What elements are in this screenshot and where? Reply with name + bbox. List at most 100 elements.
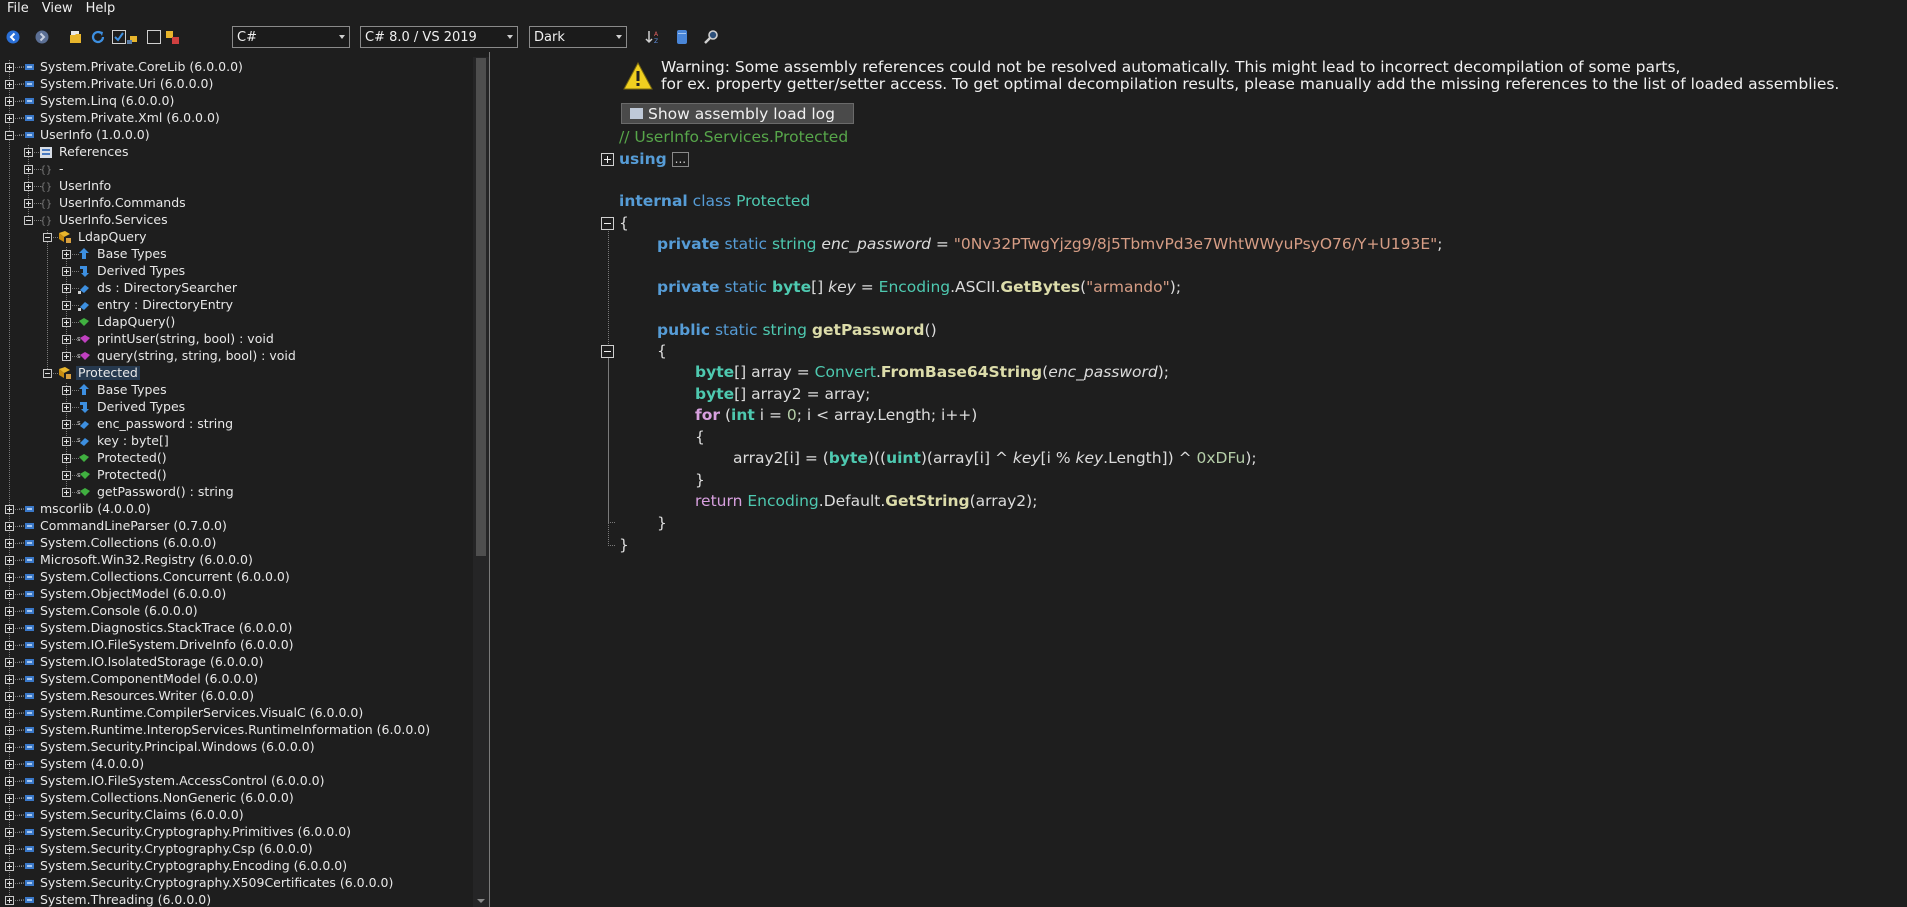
expand-plus-icon[interactable] (5, 760, 14, 769)
expand-plus-icon[interactable] (5, 539, 14, 548)
expand-plus-icon[interactable] (5, 658, 14, 667)
expand-plus-icon[interactable] (5, 879, 14, 888)
manage-lists-button[interactable] (671, 26, 693, 48)
sort-button[interactable]: AZ (642, 26, 664, 48)
expand-plus-icon[interactable] (5, 862, 14, 871)
expand-plus-icon[interactable] (5, 590, 14, 599)
open-file-button[interactable] (66, 26, 88, 48)
pane-splitter[interactable] (489, 52, 490, 907)
expand-plus-icon[interactable] (62, 335, 71, 344)
tree-node[interactable]: System.Runtime.InteropServices.RuntimeIn… (19, 723, 432, 737)
expand-plus-icon[interactable] (5, 828, 14, 837)
expand-plus-icon[interactable] (62, 454, 71, 463)
expand-plus-icon[interactable] (62, 403, 71, 412)
expand-plus-icon[interactable] (62, 471, 71, 480)
expand-plus-icon[interactable] (5, 845, 14, 854)
tree-node[interactable]: System.Console (6.0.0.0) (19, 604, 200, 618)
tree-node[interactable]: Protected (57, 366, 140, 380)
tree-node[interactable]: s Protected() (76, 468, 169, 482)
expand-plus-icon[interactable] (24, 165, 33, 174)
tree-node[interactable]: CommandLineParser (0.7.0.0) (19, 519, 229, 533)
tree-node[interactable]: LdapQuery() (76, 315, 177, 329)
tree-node[interactable]: entry : DirectoryEntry (76, 298, 235, 312)
reload-button[interactable] (87, 26, 109, 48)
expand-plus-icon[interactable] (5, 709, 14, 718)
assembly-tree[interactable]: System.Private.CoreLib (6.0.0.0) System.P… (0, 57, 473, 907)
expand-plus-icon[interactable] (62, 420, 71, 429)
expand-plus-icon[interactable] (5, 624, 14, 633)
tree-node[interactable]: System.ComponentModel (6.0.0.0) (19, 672, 260, 686)
expand-plus-icon[interactable] (5, 675, 14, 684)
expand-plus-icon[interactable] (62, 318, 71, 327)
show-internal-toggle[interactable] (123, 26, 145, 48)
expand-plus-icon[interactable] (5, 726, 14, 735)
fold-expand-using-icon[interactable] (601, 153, 614, 166)
expand-plus-icon[interactable] (62, 284, 71, 293)
language-version-select[interactable]: C# 8.0 / VS 2019 (360, 26, 518, 48)
tree-node[interactable]: System.Security.Principal.Windows (6.0.0… (19, 740, 317, 754)
expand-plus-icon[interactable] (5, 777, 14, 786)
tree-node[interactable]: System.Private.CoreLib (6.0.0.0) (19, 60, 245, 74)
tree-node[interactable]: System (4.0.0.0) (19, 757, 146, 771)
tree-node[interactable]: s printUser(string, bool) : void (76, 332, 276, 346)
tree-node[interactable]: LdapQuery (57, 230, 148, 244)
tree-node[interactable]: System.Threading (6.0.0.0) (19, 893, 213, 907)
expand-plus-icon[interactable] (24, 182, 33, 191)
tree-node[interactable]: s getPassword() : string (76, 485, 236, 499)
expand-plus-icon[interactable] (62, 488, 71, 497)
back-button[interactable] (2, 26, 24, 48)
tree-node[interactable]: System.ObjectModel (6.0.0.0) (19, 587, 228, 601)
show-compiler-generated-toggle[interactable] (161, 26, 183, 48)
search-button[interactable] (700, 26, 722, 48)
collapse-minus-icon[interactable] (5, 131, 14, 140)
tree-node[interactable]: Base Types (76, 383, 169, 397)
expand-plus-icon[interactable] (5, 641, 14, 650)
fold-collapse-class-icon[interactable] (601, 217, 614, 230)
show-assembly-load-log-button[interactable]: Show assembly load log (621, 103, 854, 124)
expand-plus-icon[interactable] (5, 811, 14, 820)
collapse-minus-icon[interactable] (24, 216, 33, 225)
expand-plus-icon[interactable] (5, 63, 14, 72)
expand-plus-icon[interactable] (5, 607, 14, 616)
tree-node[interactable]: System.Private.Uri (6.0.0.0) (19, 77, 215, 91)
forward-button[interactable] (31, 26, 53, 48)
tree-node[interactable]: s enc_password : string (76, 417, 235, 431)
expand-plus-icon[interactable] (62, 386, 71, 395)
expand-plus-icon[interactable] (62, 250, 71, 259)
language-select[interactable]: C# (232, 26, 350, 48)
expand-plus-icon[interactable] (5, 573, 14, 582)
tree-node[interactable]: s key : byte[] (76, 434, 171, 448)
expand-plus-icon[interactable] (62, 352, 71, 361)
collapse-minus-icon[interactable] (43, 233, 52, 242)
menu-view[interactable]: View (35, 1, 79, 16)
fold-collapse-method-icon[interactable] (601, 345, 614, 358)
expand-plus-icon[interactable] (5, 97, 14, 106)
tree-node[interactable]: System.IO.FileSystem.AccessControl (6.0.… (19, 774, 327, 788)
tree-node[interactable]: UserInfo (1.0.0.0) (19, 128, 152, 142)
expand-plus-icon[interactable] (24, 148, 33, 157)
theme-select[interactable]: Dark (529, 26, 627, 48)
expand-plus-icon[interactable] (5, 743, 14, 752)
tree-node[interactable]: {} UserInfo.Services (38, 213, 170, 227)
menu-help[interactable]: Help (79, 1, 122, 16)
tree-node[interactable]: System.Security.Cryptography.Primitives … (19, 825, 353, 839)
tree-node[interactable]: Protected() (76, 451, 169, 465)
tree-node[interactable]: System.Security.Cryptography.X509Certifi… (19, 876, 395, 890)
expand-plus-icon[interactable] (5, 80, 14, 89)
tree-node[interactable]: System.Collections.NonGeneric (6.0.0.0) (19, 791, 296, 805)
tree-node[interactable]: System.Security.Cryptography.Encoding (6… (19, 859, 349, 873)
expand-plus-icon[interactable] (5, 114, 14, 123)
tree-node[interactable]: s query(string, string, bool) : void (76, 349, 298, 363)
collapsed-using-block[interactable]: ... (671, 152, 690, 167)
tree-node[interactable]: {} UserInfo (38, 179, 113, 193)
expand-plus-icon[interactable] (62, 437, 71, 446)
tree-node[interactable]: System.Security.Cryptography.Csp (6.0.0.… (19, 842, 315, 856)
expand-plus-icon[interactable] (5, 556, 14, 565)
tree-node[interactable]: Microsoft.Win32.Registry (6.0.0.0) (19, 553, 255, 567)
tree-node[interactable]: System.Collections.Concurrent (6.0.0.0) (19, 570, 292, 584)
expand-plus-icon[interactable] (5, 522, 14, 531)
expand-plus-icon[interactable] (5, 692, 14, 701)
tree-node[interactable]: System.Security.Claims (6.0.0.0) (19, 808, 246, 822)
tree-node[interactable]: mscorlib (4.0.0.0) (19, 502, 153, 516)
tree-node[interactable]: System.Resources.Writer (6.0.0.0) (19, 689, 256, 703)
